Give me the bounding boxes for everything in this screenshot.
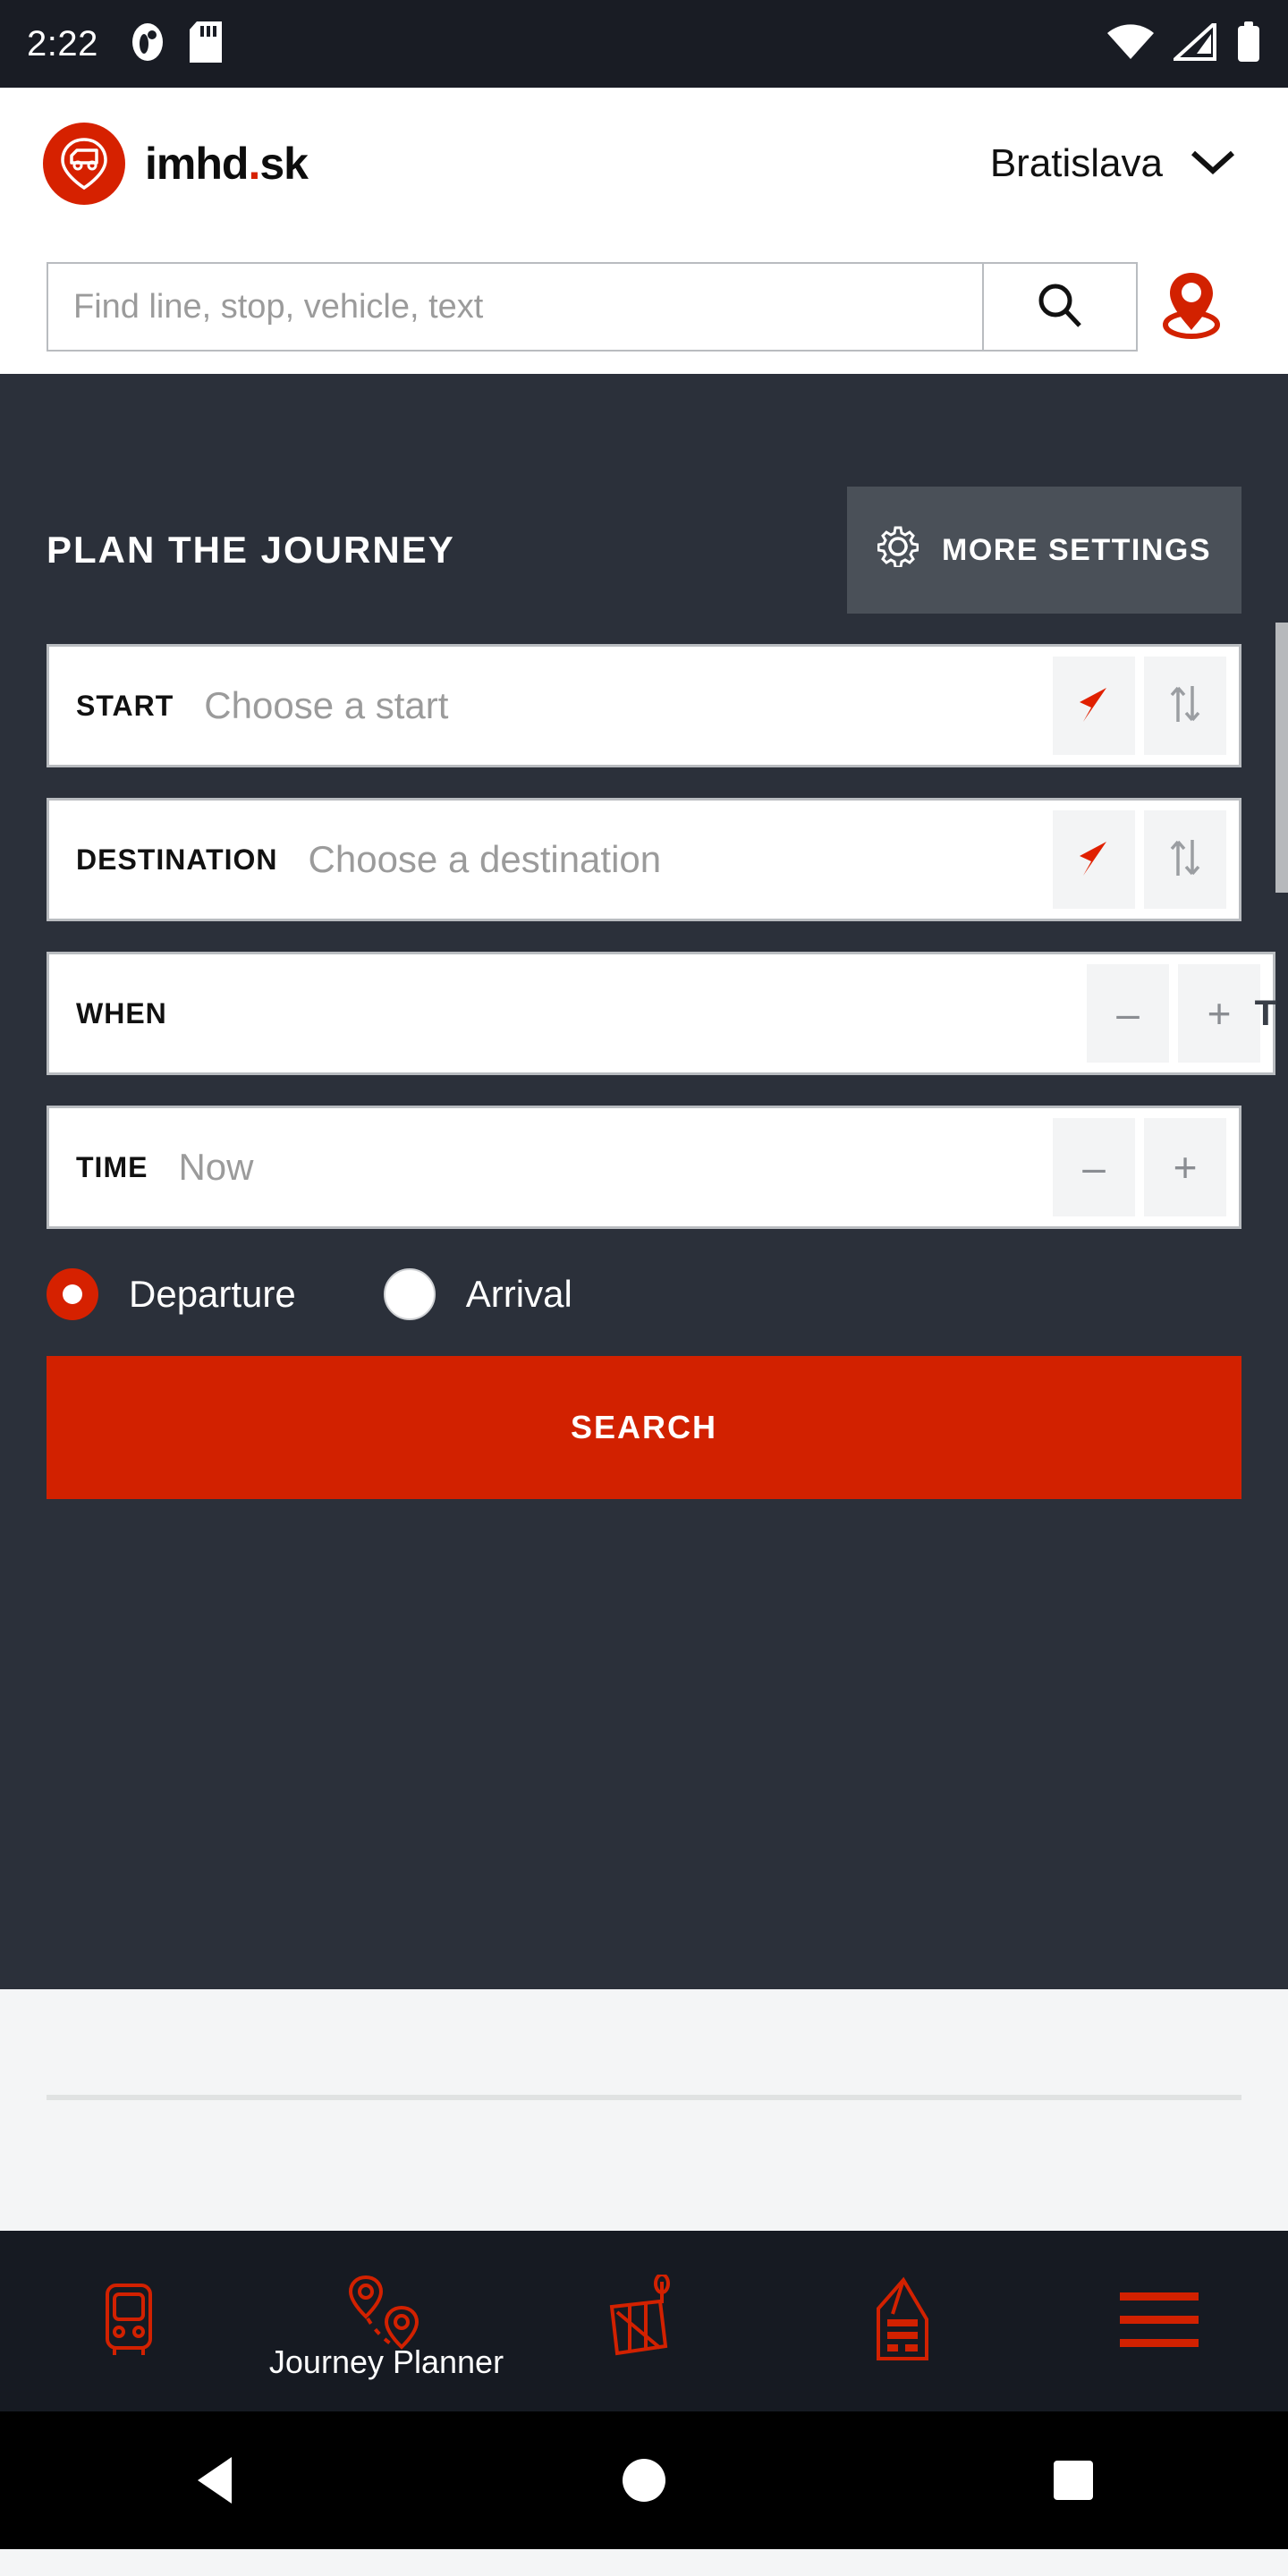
recents-square-icon xyxy=(1054,2461,1093,2500)
cellular-signal-icon xyxy=(1170,18,1216,65)
map-pin-icon xyxy=(1159,267,1224,347)
start-swap-button[interactable] xyxy=(1144,657,1226,755)
when-decrement-button[interactable]: – xyxy=(1087,964,1169,1063)
panel-header: PLAN THE JOURNEY MORE SETTINGS xyxy=(47,374,1241,614)
destination-buttons xyxy=(1053,810,1239,909)
magnifier-icon xyxy=(1036,281,1084,334)
logo-wordmark: imhd.sk xyxy=(145,138,309,190)
time-increment-button[interactable]: + xyxy=(1144,1118,1226,1216)
home-circle-icon xyxy=(623,2459,665,2502)
search-submit-button[interactable] xyxy=(982,264,1136,350)
battery-icon xyxy=(1236,21,1261,67)
logo-dot: . xyxy=(248,139,260,189)
bus-front-icon xyxy=(97,2282,161,2361)
swap-vertical-icon xyxy=(1166,836,1204,884)
logo-text-suffix: sk xyxy=(259,139,309,189)
time-value[interactable]: Now xyxy=(148,1146,1053,1189)
android-recents-button[interactable] xyxy=(984,2461,1163,2500)
android-home-button[interactable] xyxy=(555,2459,733,2502)
radio-arrival-label: Arrival xyxy=(465,1273,572,1315)
journey-planner-panel: PLAN THE JOURNEY MORE SETTINGS START Cho… xyxy=(0,374,1288,1989)
app-logo[interactable]: imhd.sk xyxy=(43,123,309,205)
status-bar: 2:22 xyxy=(0,0,1288,88)
map-icon xyxy=(599,2272,689,2368)
start-buttons xyxy=(1053,657,1239,755)
start-label: START xyxy=(76,689,174,722)
nav-item-journey-planner[interactable]: Journey Planner xyxy=(258,2231,515,2411)
nav-label-journey-planner: Journey Planner xyxy=(268,2343,504,2380)
android-back-button[interactable] xyxy=(125,2457,304,2504)
search-bar xyxy=(0,240,1288,374)
back-triangle-icon xyxy=(198,2457,232,2504)
search-input[interactable] xyxy=(48,264,982,350)
when-buttons: – + xyxy=(1087,964,1273,1063)
destination-label: DESTINATION xyxy=(76,843,278,876)
logo-text-main: imhd xyxy=(145,139,249,189)
navigation-arrow-icon xyxy=(1074,836,1114,884)
nav-item-vehicles[interactable] xyxy=(0,2231,258,2411)
start-field-row[interactable]: START Choose a start xyxy=(47,644,1241,767)
when-increment-button[interactable]: + xyxy=(1178,964,1260,1063)
more-settings-button[interactable]: MORE SETTINGS xyxy=(847,487,1241,614)
page-scrollbar[interactable] xyxy=(1275,623,1288,893)
time-buttons: – + xyxy=(1053,1118,1239,1216)
page-title: PLAN THE JOURNEY xyxy=(47,529,455,571)
city-selector[interactable]: Bratislava xyxy=(990,141,1245,186)
notification-icon xyxy=(129,21,166,67)
nav-item-menu[interactable] xyxy=(1030,2231,1288,2411)
radio-arrival[interactable]: Arrival xyxy=(383,1268,572,1320)
when-label: WHEN xyxy=(76,996,167,1030)
app-root: 2:22 imhd.sk Bratislava Find line, stop,… xyxy=(0,0,1288,2576)
radio-departure-indicator xyxy=(47,1268,98,1320)
chevron-down-icon xyxy=(1190,148,1236,181)
start-use-location-button[interactable] xyxy=(1053,657,1135,755)
destination-use-location-button[interactable] xyxy=(1053,810,1135,909)
destination-value[interactable]: Choose a destination xyxy=(278,838,1053,881)
pin-bus-logo-icon xyxy=(43,123,125,205)
destination-field-row[interactable]: DESTINATION Choose a destination xyxy=(47,798,1241,921)
radio-departure[interactable]: Departure xyxy=(47,1268,296,1320)
sd-card-icon xyxy=(189,21,222,67)
time-field-row[interactable]: TIME Now – + xyxy=(47,1106,1241,1229)
departure-arrival-group: Departure Arrival xyxy=(47,1268,1241,1320)
radio-departure-label: Departure xyxy=(129,1273,296,1315)
bottom-navigation: Journey Planner xyxy=(0,2231,1288,2411)
navigation-arrow-icon xyxy=(1074,682,1114,730)
time-decrement-button[interactable]: – xyxy=(1053,1118,1135,1216)
app-header: imhd.sk Bratislava xyxy=(0,88,1288,240)
wifi-icon xyxy=(1107,23,1154,65)
content-divider xyxy=(47,2095,1241,2100)
status-bar-left-icons xyxy=(129,21,222,67)
swap-vertical-icon xyxy=(1166,682,1204,730)
nearby-location-button[interactable] xyxy=(1138,267,1245,347)
android-navigation-bar xyxy=(0,2411,1288,2549)
status-bar-right-icons xyxy=(1107,18,1261,67)
start-value[interactable]: Choose a start xyxy=(174,684,1053,727)
nav-item-map[interactable] xyxy=(515,2231,773,2411)
search-box xyxy=(47,262,1138,352)
city-name: Bratislava xyxy=(989,141,1163,185)
destination-swap-button[interactable] xyxy=(1144,810,1226,909)
time-label: TIME xyxy=(76,1150,148,1183)
when-field-row[interactable]: WHEN – + T xyxy=(47,952,1276,1075)
nav-item-news[interactable] xyxy=(773,2231,1030,2411)
news-document-icon xyxy=(857,2273,946,2370)
search-journey-button[interactable]: SEARCH xyxy=(47,1356,1241,1499)
when-clipped-text: T xyxy=(1254,993,1276,1033)
hamburger-menu-icon xyxy=(1120,2289,1199,2354)
more-settings-label: MORE SETTINGS xyxy=(942,532,1211,567)
radio-arrival-indicator xyxy=(383,1268,436,1320)
gear-icon xyxy=(877,526,919,575)
content-placeholder-area xyxy=(0,1989,1288,2231)
status-bar-clock: 2:22 xyxy=(27,23,98,64)
